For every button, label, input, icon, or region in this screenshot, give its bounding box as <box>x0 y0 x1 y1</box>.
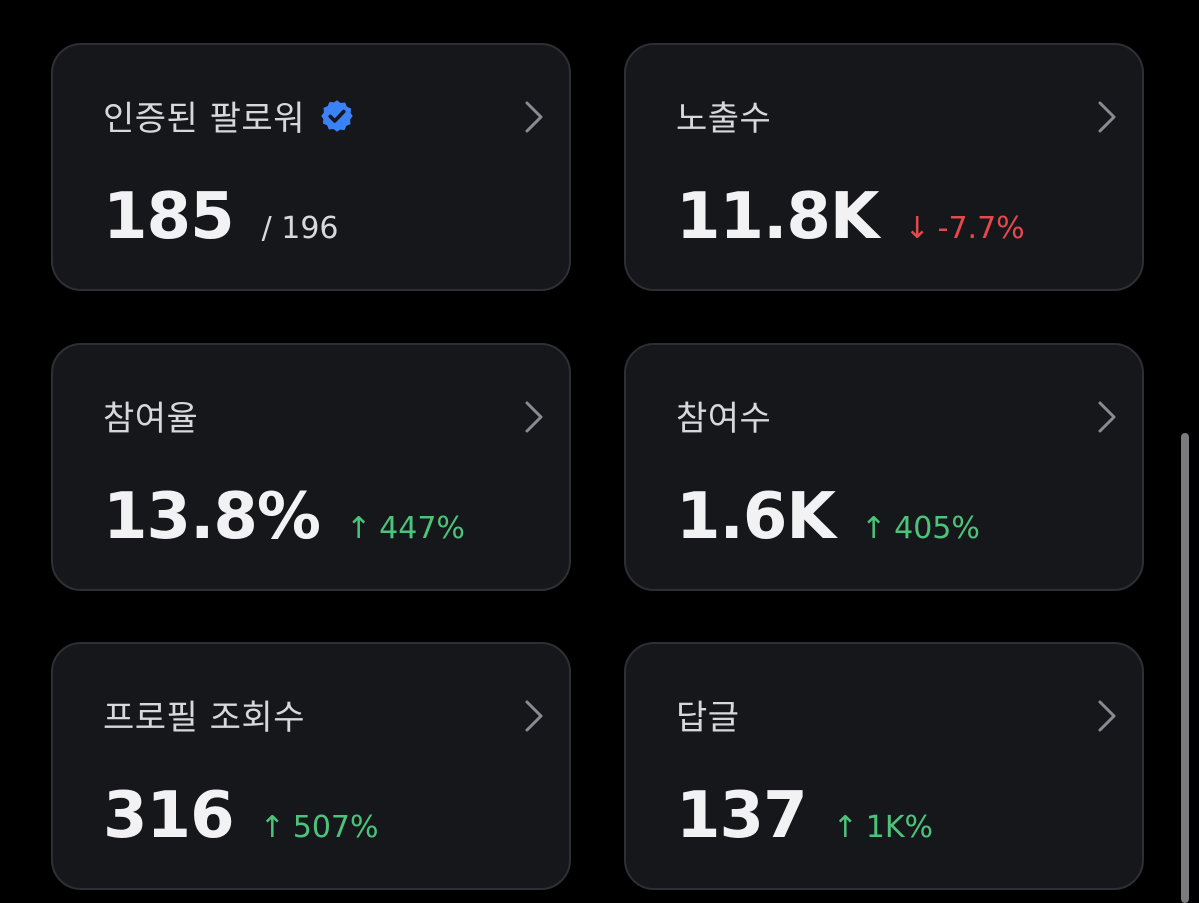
arrow-up-icon: ↑ <box>346 511 372 546</box>
card-title: 참여수 <box>676 391 771 440</box>
metric-delta: ↑ 1K% <box>833 810 933 845</box>
metric-value: 1.6K <box>676 480 836 554</box>
value-row: 1.6K ↑ 405% <box>676 480 980 554</box>
delta-text: 447% <box>379 511 465 546</box>
chevron-right-icon <box>1098 401 1116 433</box>
arrow-up-icon: ↑ <box>832 810 858 845</box>
metric-value: 185 <box>103 180 235 254</box>
card-title-text: 인증된 팔로워 <box>103 99 305 139</box>
card-title: 답글 <box>676 690 740 739</box>
arrow-down-icon: ↓ <box>904 211 930 246</box>
value-row: 185 / 196 <box>103 180 339 254</box>
metric-delta: ↑ 507% <box>260 810 379 845</box>
value-row: 316 ↑ 507% <box>103 779 379 853</box>
metric-delta: ↓ -7.7% <box>905 211 1025 246</box>
metric-total: / 196 <box>261 211 339 246</box>
chevron-right-icon <box>525 700 543 732</box>
card-engagements[interactable]: 참여수 1.6K ↑ 405% <box>624 343 1144 591</box>
card-title-text: 노출수 <box>676 99 772 139</box>
card-title: 참여율 <box>103 391 198 440</box>
card-replies[interactable]: 답글 137 ↑ 1K% <box>624 642 1144 890</box>
card-title-text: 참여율 <box>103 399 199 439</box>
arrow-up-icon: ↑ <box>860 511 887 546</box>
card-title: 인증된 팔로워 <box>103 91 355 140</box>
insights-grid: 인증된 팔로워 185 / 196 노출수 11.8K ↓ -7.7% 참여율 … <box>0 0 1199 903</box>
card-title: 프로필 조회수 <box>103 690 305 739</box>
delta-text: 405% <box>894 511 980 546</box>
card-title-text: 참여수 <box>676 399 772 439</box>
chevron-right-icon <box>1098 700 1116 732</box>
metric-value: 137 <box>676 779 808 853</box>
delta-text: 1K% <box>865 810 933 845</box>
delta-text: -7.7% <box>937 211 1025 246</box>
card-verified-followers[interactable]: 인증된 팔로워 185 / 196 <box>51 43 571 291</box>
metric-value: 13.8% <box>103 480 321 554</box>
metric-delta: ↑ 447% <box>346 511 465 546</box>
card-title: 노출수 <box>676 91 771 140</box>
scrollbar[interactable] <box>1181 433 1189 903</box>
value-row: 13.8% ↑ 447% <box>103 480 465 554</box>
card-engagement-rate[interactable]: 참여율 13.8% ↑ 447% <box>51 343 571 591</box>
card-profile-views[interactable]: 프로필 조회수 316 ↑ 507% <box>51 642 571 890</box>
card-title-text: 프로필 조회수 <box>103 698 305 738</box>
verified-badge-icon <box>321 99 353 132</box>
value-row: 11.8K ↓ -7.7% <box>676 180 1025 254</box>
chevron-right-icon <box>525 101 543 133</box>
card-impressions[interactable]: 노출수 11.8K ↓ -7.7% <box>624 43 1144 291</box>
delta-text: 507% <box>292 810 379 845</box>
metric-value: 11.8K <box>676 180 879 254</box>
arrow-up-icon: ↑ <box>259 810 285 845</box>
metric-value: 316 <box>103 779 235 853</box>
metric-delta: ↑ 405% <box>861 511 980 546</box>
chevron-right-icon <box>1098 101 1116 133</box>
card-title-text: 답글 <box>676 698 740 738</box>
value-row: 137 ↑ 1K% <box>676 779 933 853</box>
chevron-right-icon <box>525 401 543 433</box>
